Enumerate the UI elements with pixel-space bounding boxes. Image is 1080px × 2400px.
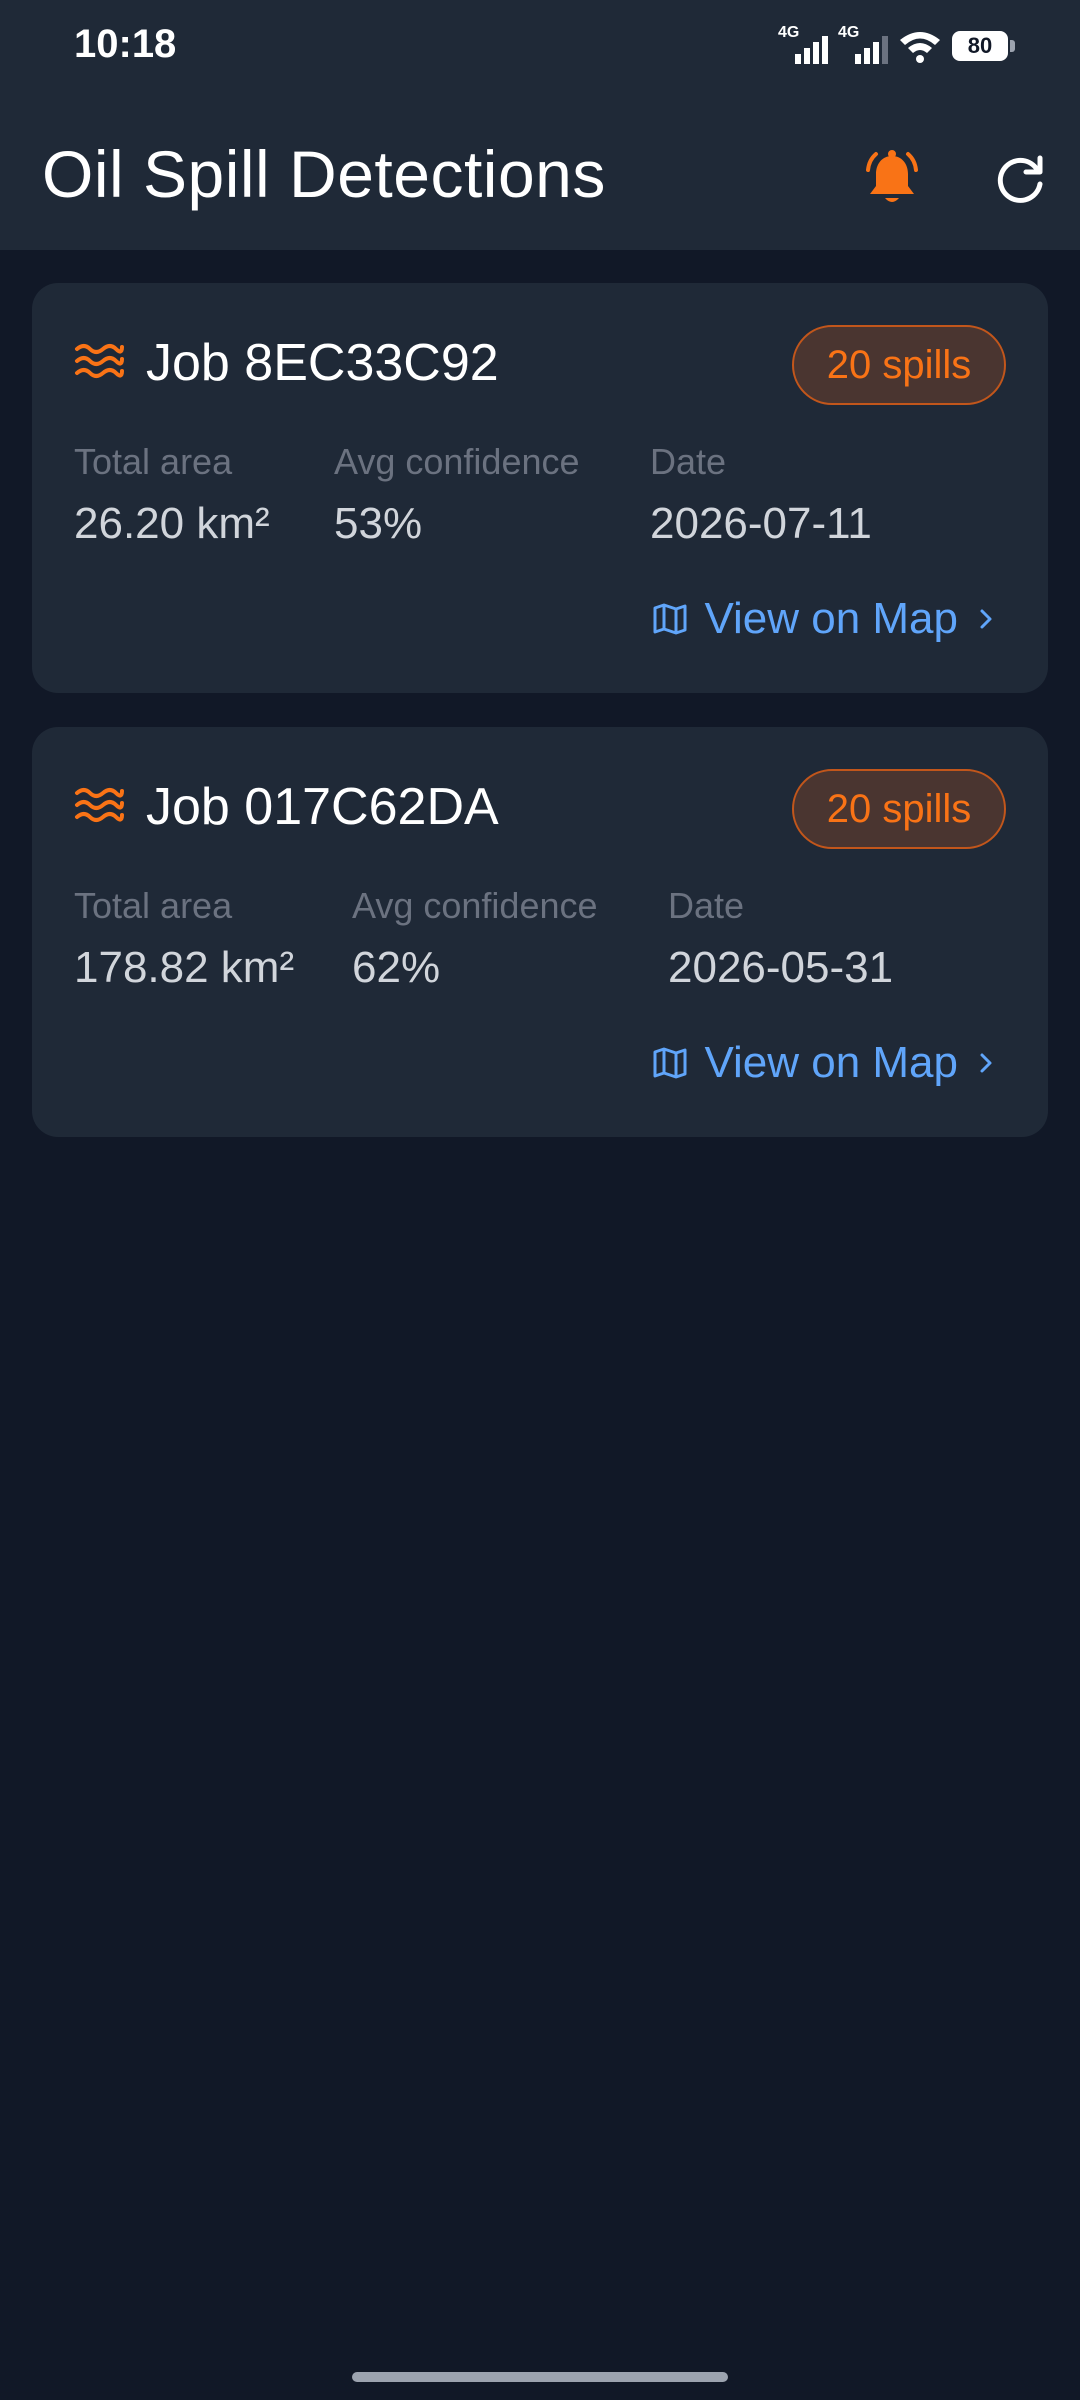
chevron-right-icon bbox=[980, 609, 992, 629]
total-area-value: 178.82 km² bbox=[74, 943, 295, 992]
status-icons: 4G 4G 80 bbox=[778, 24, 1015, 68]
date-value: 2026-07-11 bbox=[650, 499, 872, 548]
spill-count-badge: 20 spills bbox=[792, 325, 1006, 405]
map-icon bbox=[653, 603, 687, 635]
date-label: Date bbox=[668, 885, 745, 926]
home-indicator[interactable] bbox=[352, 2372, 728, 2382]
avg-confidence-label: Avg confidence bbox=[352, 885, 598, 926]
status-time: 10:18 bbox=[74, 22, 177, 66]
refresh-button[interactable] bbox=[984, 144, 1056, 216]
total-area-label: Total area bbox=[74, 885, 233, 926]
total-area-value: 26.20 km² bbox=[74, 499, 270, 548]
avg-confidence-label: Avg confidence bbox=[334, 441, 580, 482]
detection-job-card[interactable]: Job 017C62DA 20 spills Total area 178.82… bbox=[32, 727, 1048, 1137]
page-title: Oil Spill Detections bbox=[42, 137, 606, 211]
detection-job-card[interactable]: Job 8EC33C92 20 spills Total area 26.20 … bbox=[32, 283, 1048, 693]
view-on-map-link[interactable]: View on Map bbox=[652, 1033, 998, 1093]
wifi-icon bbox=[900, 32, 940, 63]
notifications-button[interactable] bbox=[856, 144, 928, 216]
refresh-icon bbox=[997, 155, 1043, 203]
waves-icon bbox=[75, 788, 124, 822]
status-bar: 10:18 4G 4G 80 bbox=[0, 0, 1080, 92]
cellular-signal-icon: 4G bbox=[778, 24, 828, 66]
view-on-map-label: View on Map bbox=[704, 1038, 958, 1087]
chevron-right-icon bbox=[980, 1053, 992, 1073]
avg-confidence-value: 53% bbox=[334, 499, 423, 548]
app-bar: Oil Spill Detections bbox=[0, 92, 1080, 250]
job-title: Job 8EC33C92 bbox=[146, 334, 499, 392]
map-icon bbox=[653, 1047, 687, 1079]
bell-icon bbox=[866, 150, 918, 202]
job-title: Job 017C62DA bbox=[146, 778, 499, 836]
battery-level: 80 bbox=[967, 33, 993, 58]
date-value: 2026-05-31 bbox=[668, 943, 894, 992]
total-area-label: Total area bbox=[74, 441, 233, 482]
avg-confidence-value: 62% bbox=[352, 943, 441, 992]
view-on-map-label: View on Map bbox=[704, 594, 958, 643]
battery-icon: 80 bbox=[952, 31, 1015, 61]
date-label: Date bbox=[650, 441, 727, 482]
spill-count-badge: 20 spills bbox=[792, 769, 1006, 849]
view-on-map-link[interactable]: View on Map bbox=[652, 589, 998, 649]
waves-icon bbox=[75, 344, 124, 378]
cellular-signal-icon: 4G bbox=[838, 24, 888, 66]
